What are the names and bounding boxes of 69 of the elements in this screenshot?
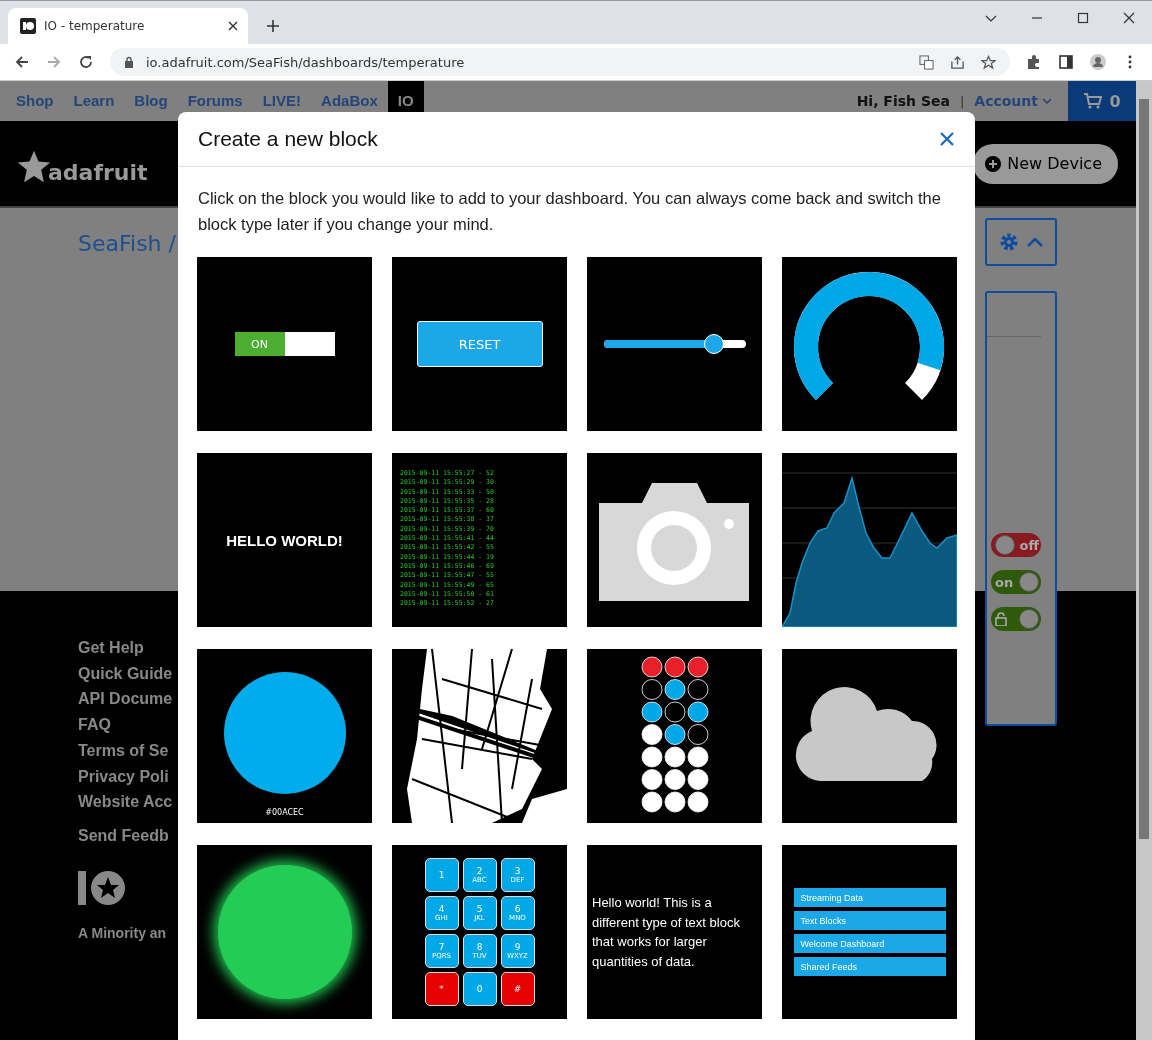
footer-link[interactable]: Quick Guide <box>78 660 173 687</box>
list-item: Shared Feeds <box>793 957 946 976</box>
translate-icon[interactable] <box>919 54 934 70</box>
toggle-switch[interactable]: on <box>991 570 1041 594</box>
back-arrow-icon[interactable] <box>14 54 30 70</box>
chevron-up-icon <box>1027 237 1043 247</box>
dialog-title: Create a new block <box>198 127 378 151</box>
new-device-button[interactable]: New Device <box>973 143 1118 184</box>
address-bar[interactable]: io.adafruit.com/SeaFish/dashboards/temperature <box>110 48 1010 76</box>
cart-button[interactable]: 0 <box>1068 81 1136 121</box>
chevron-down-icon <box>1042 98 1052 104</box>
footer-link[interactable]: Get Help <box>78 635 144 661</box>
keypad-key: * <box>424 972 459 1006</box>
block-option[interactable]: HELLO WORLD! <box>197 453 372 627</box>
block-option[interactable] <box>782 649 957 823</box>
scrollbar[interactable] <box>1136 81 1152 1040</box>
puzzle-icon[interactable] <box>1026 54 1042 70</box>
cloud-icon <box>795 687 937 781</box>
slider-thumb <box>704 334 725 354</box>
keypad-key: 0 <box>462 972 497 1006</box>
logo-text: adafruit <box>48 160 148 185</box>
list-item: Text Blocks <box>793 911 946 930</box>
block-option[interactable]: #00ACEC <box>197 649 372 823</box>
footer-link[interactable]: Website Acc <box>78 789 173 815</box>
close-icon[interactable] <box>940 132 954 146</box>
plus-icon <box>985 155 1002 172</box>
close-icon[interactable] <box>1123 12 1135 24</box>
color-value: #00ACEC <box>265 807 304 817</box>
star-icon[interactable] <box>981 54 996 70</box>
reload-icon[interactable] <box>78 54 94 70</box>
reset-button: RESET <box>416 321 543 367</box>
greeting: Hi, Fish Sea <box>856 93 950 109</box>
footer-link[interactable]: Send Feedb <box>78 822 169 849</box>
camera-icon <box>599 483 749 601</box>
toggle-switch[interactable] <box>991 607 1041 631</box>
close-icon[interactable] <box>228 21 238 31</box>
profile-icon[interactable] <box>1090 54 1106 70</box>
footer-tagline: A Minority an <box>78 924 167 941</box>
block-option[interactable]: Hello world! This is a different type of text block that works for larger quantities of data. <box>587 845 762 1019</box>
paragraph-text: Hello world! This is a different type of text block that works for larger quantities of data. <box>591 894 741 971</box>
cart-icon <box>1083 93 1104 109</box>
new-tab-icon[interactable] <box>266 19 280 33</box>
io-logo-icon <box>78 868 128 907</box>
list-item: Welcome Dashboard <box>793 934 946 953</box>
block-option[interactable] <box>587 649 762 823</box>
footer-link[interactable]: FAQ <box>78 712 111 738</box>
side-panel-icon[interactable] <box>1058 54 1074 70</box>
hello-text: HELLO WORLD! <box>226 531 343 549</box>
settings-icon <box>999 232 1019 252</box>
favicon-icon <box>20 18 36 34</box>
block-option[interactable] <box>587 453 762 627</box>
footer-link[interactable]: Privacy Poli <box>78 763 169 790</box>
unlocked-icon <box>995 612 1007 626</box>
toggle-switch[interactable]: off <box>991 533 1041 557</box>
footer-link[interactable]: API Docume <box>78 686 173 713</box>
keypad-key: # <box>500 972 535 1006</box>
block-option[interactable] <box>782 257 957 431</box>
dialog-description: Click on the block you would like to add to your dashboard. You can always come back and switch the block type later if you change your mind. <box>197 188 942 235</box>
keypad-key: 1 <box>424 858 459 892</box>
maximize-icon[interactable] <box>1077 12 1089 24</box>
block-option[interactable] <box>197 845 372 1019</box>
separator: | <box>959 93 965 109</box>
share-icon[interactable] <box>950 54 965 70</box>
tab-title: IO - temperature <box>44 19 146 33</box>
lock-icon <box>124 56 134 68</box>
block-option[interactable] <box>587 257 762 431</box>
list-item: Streaming Data <box>793 888 946 907</box>
browser-tab[interactable]: IO - temperature <box>8 8 248 44</box>
footer-link[interactable]: Terms of Se <box>78 737 169 764</box>
